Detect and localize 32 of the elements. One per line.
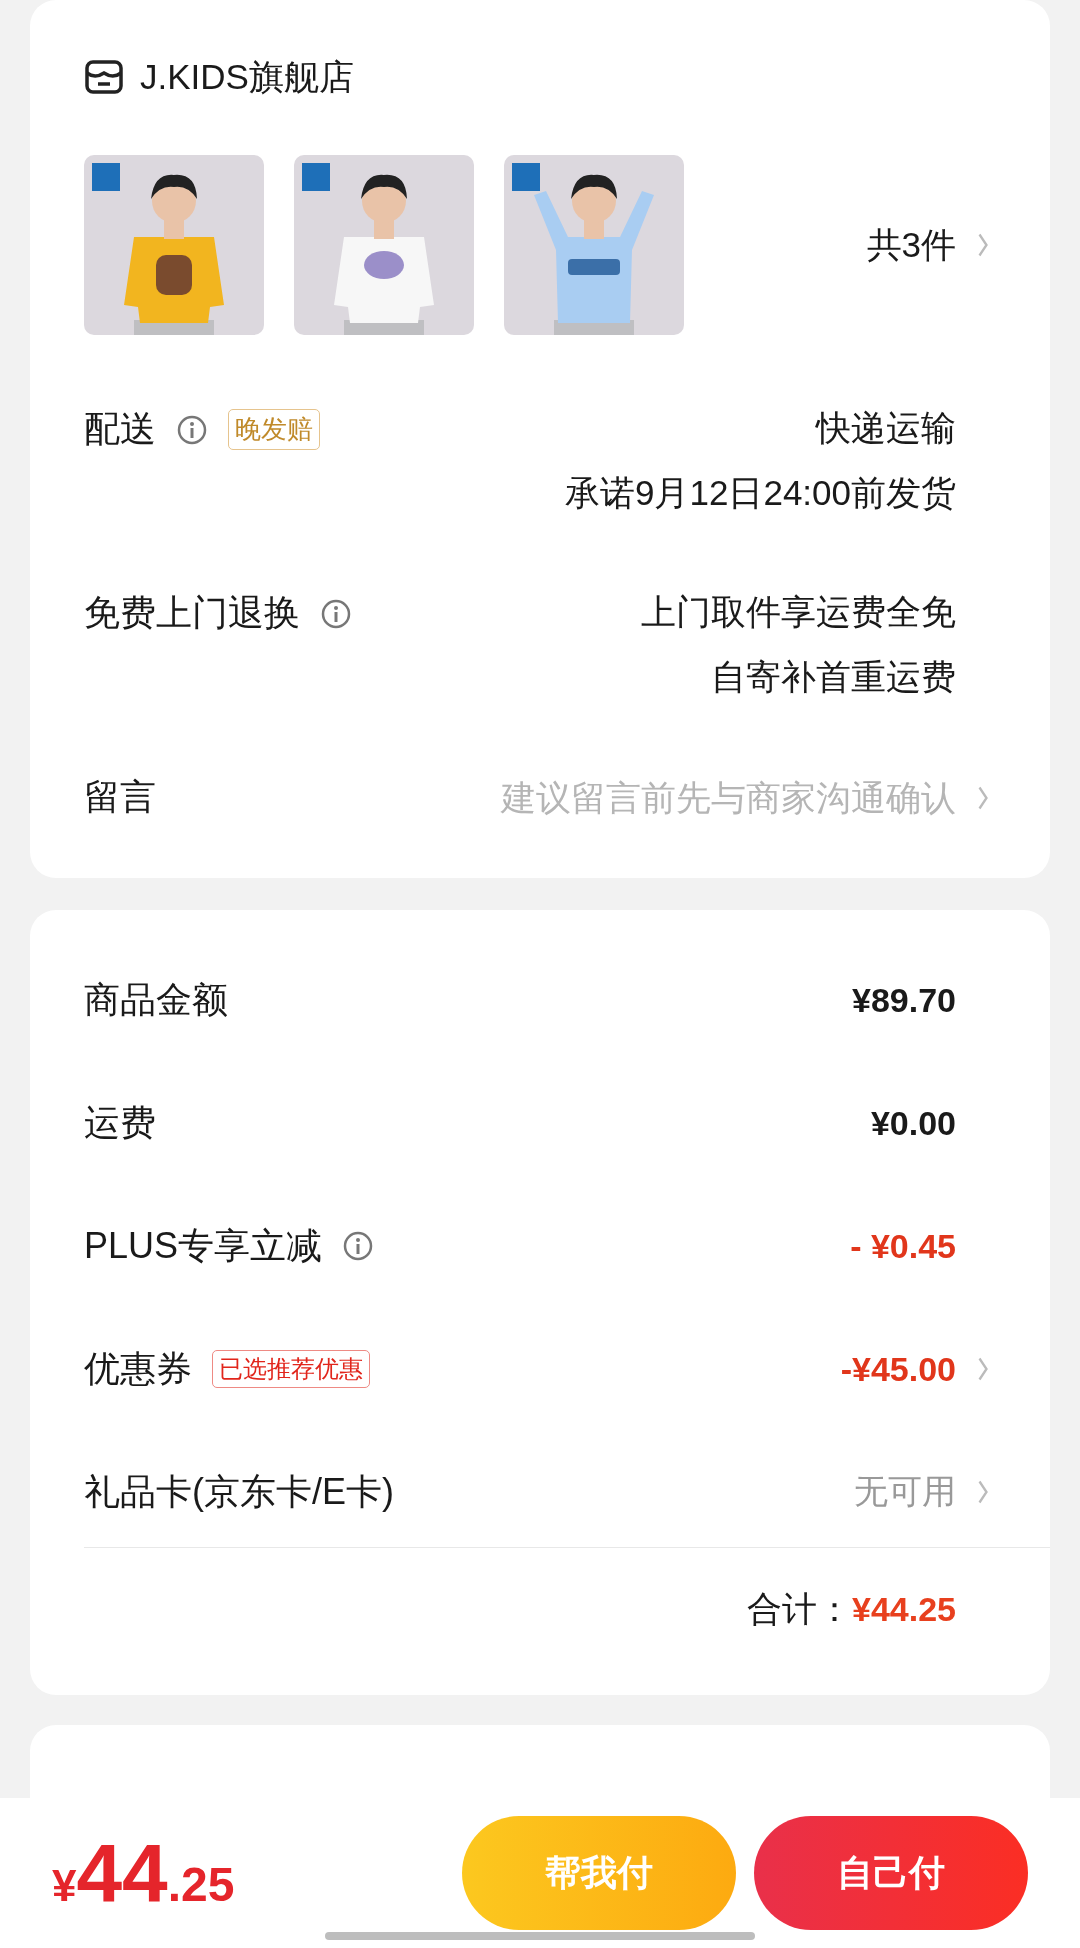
- cost-value: -¥45.00: [840, 1349, 956, 1389]
- info-icon[interactable]: [342, 1230, 375, 1262]
- delivery-text: 快递运输: [816, 407, 956, 449]
- total-label: 合计：: [747, 1588, 852, 1630]
- cost-value: ¥0.00: [870, 1103, 956, 1143]
- cost-label: 运费: [84, 1100, 156, 1145]
- cost-label: PLUS专享立减: [84, 1223, 323, 1268]
- cost-label: 礼品卡(京东卡/E卡): [84, 1469, 394, 1514]
- total-amount: ¥44.25: [852, 1590, 956, 1629]
- coupon-tag: 已选推荐优惠: [212, 1350, 370, 1388]
- info-icon[interactable]: [320, 597, 352, 630]
- returns-text: 自寄补首重运费: [711, 656, 956, 698]
- cost-label: 商品金额: [84, 977, 228, 1022]
- info-icon[interactable]: [176, 413, 208, 446]
- item-count[interactable]: 共3件: [866, 221, 956, 269]
- price-currency: ¥: [52, 1861, 77, 1911]
- returns-label: 免费上门退换: [84, 591, 300, 635]
- price-integer: 44: [76, 1826, 168, 1920]
- cost-value: - ¥0.45: [850, 1226, 956, 1266]
- cost-value: 无可用: [854, 1471, 956, 1512]
- store-icon: [84, 57, 124, 97]
- returns-text: 上门取件享运费全免: [641, 591, 956, 633]
- price-decimal: .25: [167, 1858, 235, 1912]
- message-field[interactable]: 建议留言前先与商家沟通确认: [186, 777, 956, 818]
- late-delivery-tag: 晚发赔: [228, 409, 320, 450]
- cost-label: 优惠券: [84, 1346, 192, 1391]
- message-label: 留言: [84, 775, 156, 819]
- delivery-text: 承诺9月12日24:00前发货: [565, 472, 956, 514]
- pay-button[interactable]: 自己付: [754, 1816, 1028, 1930]
- store-name[interactable]: J.KIDS旗舰店: [140, 53, 354, 101]
- delivery-label: 配送: [84, 407, 156, 451]
- cost-value: ¥89.70: [852, 980, 956, 1020]
